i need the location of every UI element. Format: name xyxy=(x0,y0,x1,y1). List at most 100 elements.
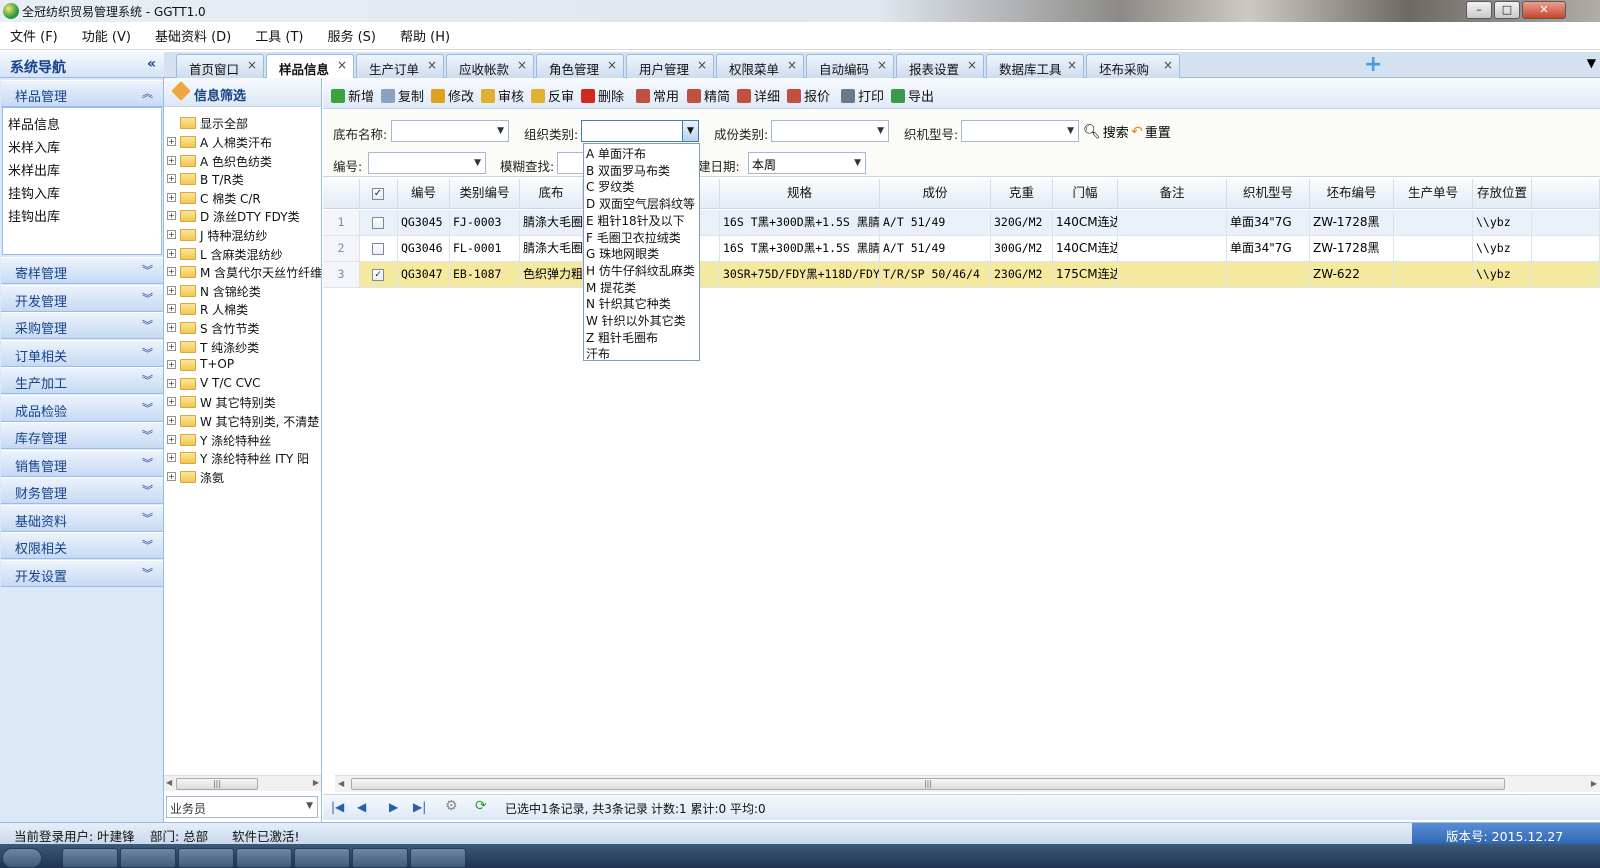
tab-item[interactable]: 角色管理 × xyxy=(536,54,624,78)
dropdown-option[interactable]: 汗布 xyxy=(586,345,610,362)
column-header[interactable]: 成份 xyxy=(880,179,991,209)
toolbar-button[interactable]: 删除 xyxy=(581,86,624,105)
expand-icon[interactable]: + xyxy=(167,267,176,277)
tree-node[interactable]: + L 含麻类混纺纱 xyxy=(164,245,321,263)
toolbar-button[interactable]: 导出 xyxy=(891,86,934,105)
toolbar-button[interactable]: 复制 xyxy=(381,86,424,105)
chevron-down-icon[interactable]: ▼ xyxy=(682,121,698,141)
dropdown-option[interactable]: N 针织其它种类 xyxy=(586,295,671,312)
expand-icon[interactable]: + xyxy=(167,453,176,463)
column-header[interactable]: 类别编号 xyxy=(450,179,520,209)
tree-node[interactable]: + S 含竹节类 xyxy=(164,319,321,337)
tab-item[interactable]: 坯布采购 × xyxy=(1086,54,1180,78)
refresh-icon[interactable]: ⟳ xyxy=(475,798,487,814)
code-select[interactable]: ▼ xyxy=(368,152,486,174)
close-window-button[interactable]: ✕ xyxy=(1522,1,1566,19)
scroll-right-icon[interactable]: ▶ xyxy=(313,778,319,787)
tree-node[interactable]: + D 涤丝DTY FDY类 xyxy=(164,207,321,225)
close-tab-icon[interactable]: × xyxy=(787,58,797,72)
tab-item[interactable]: 自动编码 × xyxy=(806,54,894,78)
dropdown-option[interactable]: H 仿牛仔斜纹乱麻类 xyxy=(586,262,695,279)
taskbar-app-button[interactable] xyxy=(352,848,408,868)
next-page-icon[interactable]: ▶ xyxy=(389,800,398,814)
tree-node[interactable]: + T+OP xyxy=(164,356,321,374)
taskbar-app-button[interactable] xyxy=(410,848,466,868)
tab-item[interactable]: 应收帐款 × xyxy=(446,54,534,78)
close-tab-icon[interactable]: × xyxy=(1067,58,1077,72)
expand-icon[interactable]: + xyxy=(167,248,176,258)
expand-icon[interactable]: + xyxy=(167,304,176,314)
expand-icon[interactable]: + xyxy=(167,230,176,239)
tree-node[interactable]: + N 含锦纶类 xyxy=(164,282,321,300)
tree-node[interactable]: + C 棉类 C/R xyxy=(164,189,321,207)
tab-item[interactable]: 报表设置 × xyxy=(896,54,984,78)
close-tab-icon[interactable]: × xyxy=(607,58,617,72)
created-date-select[interactable]: 本周 ▼ xyxy=(748,152,866,174)
column-header[interactable] xyxy=(1532,179,1600,209)
column-header[interactable]: 克重 xyxy=(991,179,1053,209)
add-tab-icon[interactable]: + xyxy=(1364,52,1382,77)
scroll-left-icon[interactable]: ◀ xyxy=(166,778,172,787)
menu-tools[interactable]: 工具 (T) xyxy=(255,26,303,45)
select-all-checkbox[interactable]: ✓ xyxy=(372,188,384,200)
expand-icon[interactable]: + xyxy=(167,397,176,407)
tab-item[interactable]: 生产订单 × xyxy=(356,54,444,78)
toolbar-button[interactable]: 常用 xyxy=(636,86,679,105)
taskbar-app-button[interactable] xyxy=(294,848,350,868)
gear-icon[interactable]: ⚙ xyxy=(445,798,458,814)
nav-section[interactable]: 销售管理 ︾ xyxy=(1,449,163,477)
tree-node[interactable]: + T 纯涤纱类 xyxy=(164,338,321,356)
expand-icon[interactable]: + xyxy=(167,192,176,202)
expand-icon[interactable]: + xyxy=(167,285,176,295)
expand-icon[interactable]: + xyxy=(167,323,176,332)
nav-section[interactable]: 生产加工 ︾ xyxy=(1,367,163,394)
nav-section[interactable]: 订单相关 ︾ xyxy=(1,339,163,367)
dropdown-option[interactable]: Z 粗针毛圈布 xyxy=(586,329,658,346)
expand-icon[interactable]: + xyxy=(167,137,176,146)
tab-list-dropdown-icon[interactable]: ▼ xyxy=(1587,56,1596,70)
menu-function[interactable]: 功能 (V) xyxy=(82,26,131,45)
column-header[interactable]: 底布 xyxy=(520,179,583,209)
tree-node[interactable]: + Y 涤纶特种丝 xyxy=(164,431,321,449)
tab-item[interactable]: 数据库工具 × xyxy=(986,54,1084,78)
dropdown-option[interactable]: M 提花类 xyxy=(586,279,636,296)
nav-item-hook-out[interactable]: 挂钩出库 xyxy=(8,206,60,225)
tab-item[interactable]: 权限菜单 × xyxy=(716,54,804,78)
tree-node[interactable]: + J 特种混纺纱 xyxy=(164,226,321,244)
menu-help[interactable]: 帮助 (H) xyxy=(400,26,450,45)
tree-node[interactable]: + M 含莫代尔天丝竹纤维 xyxy=(164,263,321,281)
dropdown-option[interactable]: C 罗纹类 xyxy=(586,178,634,195)
tree-horizontal-scrollbar[interactable]: ◀ ||| ▶ xyxy=(164,775,321,791)
first-page-icon[interactable]: |◀ xyxy=(331,800,344,814)
tree-node[interactable]: + 涤氨 xyxy=(164,468,321,486)
start-button[interactable] xyxy=(2,848,42,868)
taskbar-app-button[interactable] xyxy=(178,848,234,868)
expand-icon[interactable]: + xyxy=(167,360,176,370)
tree-node[interactable]: + A 人棉类汗布 xyxy=(164,133,321,151)
column-header[interactable]: 门幅 xyxy=(1053,179,1118,209)
close-tab-icon[interactable]: × xyxy=(337,58,347,72)
grid-horizontal-scrollbar[interactable]: ◀ ||| ▶ xyxy=(335,775,1600,792)
nav-section[interactable]: 成品检验 ︾ xyxy=(1,394,163,422)
dropdown-option[interactable]: E 粗针18针及以下 xyxy=(586,212,685,229)
expand-icon[interactable]: + xyxy=(167,378,176,388)
taskbar-app-button[interactable] xyxy=(120,848,176,868)
scrollbar-thumb[interactable]: ||| xyxy=(351,778,1505,790)
org-category-select[interactable]: ▼ xyxy=(581,120,699,142)
column-header[interactable]: 存放位置 xyxy=(1473,179,1532,209)
taskbar-app-button[interactable] xyxy=(236,848,292,868)
row-checkbox[interactable]: ✓ xyxy=(372,269,384,281)
expand-icon[interactable]: + xyxy=(167,211,176,221)
dropdown-option[interactable]: D 双面空气层斜纹等 xyxy=(586,195,695,212)
column-header[interactable] xyxy=(323,179,360,209)
row-checkbox[interactable] xyxy=(372,217,384,229)
nav-section[interactable]: 库存管理 ︾ xyxy=(1,422,163,449)
search-button[interactable]: 🔍︎ 搜索 xyxy=(1083,122,1129,142)
tree-node[interactable]: + A 色织色纺类 xyxy=(164,152,321,170)
close-tab-icon[interactable]: × xyxy=(1163,58,1173,72)
tab-item[interactable]: 用户管理 × xyxy=(626,54,714,78)
tree-node[interactable]: + V T/C CVC xyxy=(164,375,321,393)
toolbar-button[interactable]: 修改 xyxy=(431,86,474,105)
close-tab-icon[interactable]: × xyxy=(427,58,437,72)
nav-section[interactable]: 开发设置 ︾ xyxy=(1,559,163,587)
